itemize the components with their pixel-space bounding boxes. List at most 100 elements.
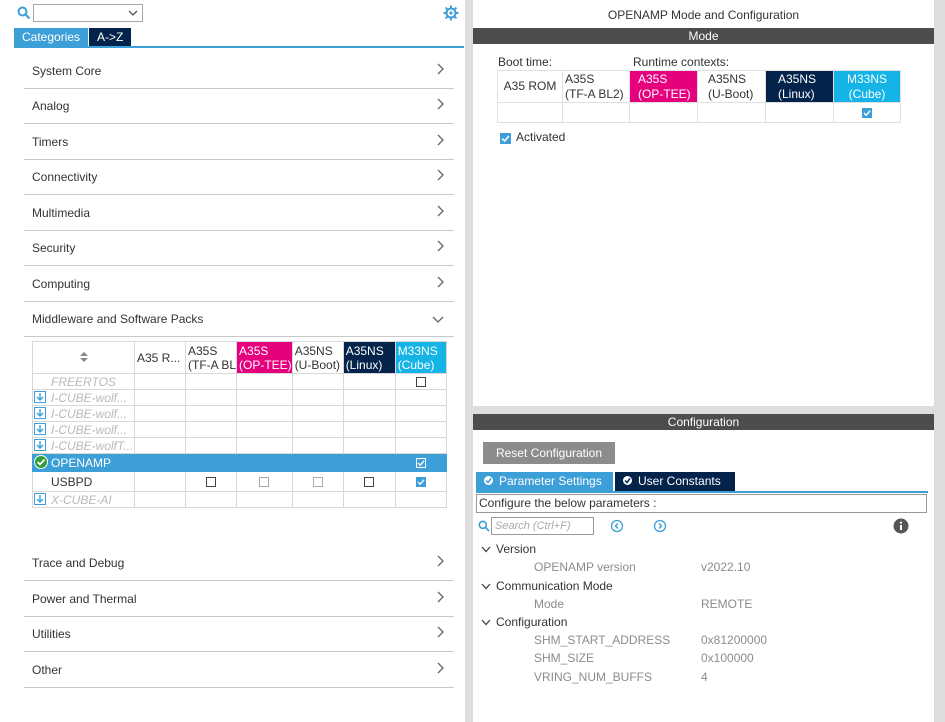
middleware-cell: OPENAMP [32,453,135,472]
category-power-thermal[interactable]: Power and Thermal [24,582,454,617]
middleware-name: I-CUBE-wolf... [51,390,128,405]
col-line1: A35S [638,71,668,86]
category-timers[interactable]: Timers [24,125,454,160]
category-label: Analog [32,99,70,113]
tree-group-version[interactable]: Version [496,542,536,556]
col-line2: (Linux) [778,86,815,101]
category-analog[interactable]: Analog [24,89,454,124]
category-utilities[interactable]: Utilities [24,617,454,652]
param-value[interactable]: 4 [701,670,708,684]
chevron-down-icon[interactable] [481,543,491,557]
tree-group-communication-mode[interactable]: Communication Mode [496,579,613,593]
table-row[interactable]: I-CUBE-wolfT... [32,437,447,454]
search-icon[interactable] [17,6,31,20]
col-line2: (U-Boot) [708,86,754,101]
search-combo[interactable] [33,4,143,22]
category-label: Power and Thermal [32,592,137,606]
sort-cell[interactable] [32,341,135,374]
chevron-down-icon[interactable] [481,616,491,630]
table-row[interactable]: I-CUBE-wolf... [32,389,447,406]
tree-group-configuration[interactable]: Configuration [496,615,567,629]
category-connectivity[interactable]: Connectivity [24,160,454,195]
m33ns-checkbox[interactable] [415,458,426,469]
mode-header-row: A35 ROM A35S (TF-A BL2) A35S (OP-TEE) A35N… [497,70,901,103]
right-edge-gutter [934,0,945,722]
chevron-right-icon [436,98,444,113]
category-security[interactable]: Security [24,231,454,266]
configure-note: Configure the below parameters : [476,494,927,513]
middleware-cell: I-CUBE-wolf... [32,405,135,422]
table-row[interactable]: I-CUBE-wolf... [32,421,447,438]
middleware-name: I-CUBE-wolfT... [51,438,134,453]
table-row[interactable]: FREERTOS [32,373,447,390]
ctx-line1: A35S [239,343,269,358]
category-other[interactable]: Other [24,653,454,688]
tab-label: Parameter Settings [499,474,602,488]
boot-time-label: Boot time: [498,55,553,69]
col-line2: (TF-A BL2) [565,86,624,101]
param-value[interactable]: 0x100000 [701,651,754,665]
gear-icon[interactable] [443,5,459,21]
section-splitter[interactable] [473,406,934,414]
chevron-right-icon [436,240,444,255]
chevron-right-icon [436,169,444,184]
table-row[interactable]: I-CUBE-wolf... [32,405,447,422]
previous-match-icon[interactable] [610,519,624,536]
tab-categories[interactable]: Categories [14,28,89,46]
category-trace-debug[interactable]: Trace and Debug [24,546,454,581]
left-panel: Categories A->Z System Core Analog Timer… [0,0,465,722]
parameter-search-input[interactable]: Search (Ctrl+F) [491,517,594,535]
m33ns-checkbox[interactable] [415,377,426,388]
info-icon[interactable] [893,518,909,537]
a35ns-linux-checkbox[interactable] [364,477,375,488]
reset-configuration-button[interactable]: Reset Configuration [483,442,615,464]
right-panel: OPENAMP Mode and Configuration Mode Boot… [473,0,934,722]
col-a35ns-linux: A35NS (Linux) [765,70,834,103]
chevron-right-icon [436,662,444,677]
table-row[interactable]: X-CUBE-AI [32,491,447,508]
param-value[interactable]: REMOTE [701,597,752,611]
category-label: Multimedia [32,206,91,220]
download-icon [34,439,46,453]
middleware-name: X-CUBE-AI [51,492,112,507]
tab-user-constants[interactable]: User Constants [615,472,735,491]
download-icon [34,391,46,405]
category-system-core[interactable]: System Core [24,54,454,89]
ctx-header-a35s-optee: A35S (OP-TEE) [236,341,293,374]
tab-parameter-settings[interactable]: Parameter Settings [476,472,613,491]
table-row-selected[interactable]: OPENAMP [32,453,447,472]
middleware-cell: I-CUBE-wolfT... [32,437,135,454]
panel-splitter[interactable] [465,0,473,722]
a35s-tfa-checkbox[interactable] [206,477,216,488]
tab-underline [14,46,464,48]
category-multimedia[interactable]: Multimedia [24,196,454,231]
category-label: Utilities [32,627,71,641]
category-computing[interactable]: Computing [24,267,454,302]
param-value[interactable]: 0x81200000 [701,633,767,647]
chevron-down-icon[interactable] [128,7,138,21]
ctx-header-a35ns-uboot: A35NS (U-Boot) [291,341,344,374]
activated-checkbox[interactable] [500,131,511,145]
a35ns-uboot-checkbox[interactable] [312,477,323,488]
middleware-name: I-CUBE-wolf... [51,406,128,421]
col-a35s-tfa: A35S (TF-A BL2) [562,70,630,103]
tab-label: User Constants [638,474,721,488]
category-label: Other [32,663,63,677]
ctx-line1: A35 R... [137,350,181,365]
ctx-line2: (U-Boot) [294,357,341,372]
middleware-header-row: A35 R... A35S (TF-A BL A35S (OP-TEE) A35NS… [32,341,447,374]
sort-icon[interactable] [79,351,88,365]
chevron-down-icon[interactable] [481,580,491,594]
m33ns-mode-checkbox[interactable] [862,108,872,119]
download-icon [34,423,46,437]
a35s-optee-checkbox[interactable] [259,477,270,488]
tab-a-z[interactable]: A->Z [89,28,132,46]
m33ns-checkbox[interactable] [415,477,426,488]
param-value: v2022.10 [701,560,751,574]
category-middleware[interactable]: Middleware and Software Packs [24,302,454,337]
download-icon [34,407,46,421]
next-match-icon[interactable] [653,519,667,536]
search-icon[interactable] [478,520,490,535]
ctx-header-a35s-tfa: A35S (TF-A BL [184,341,238,374]
table-row[interactable]: USBPD [32,471,447,492]
